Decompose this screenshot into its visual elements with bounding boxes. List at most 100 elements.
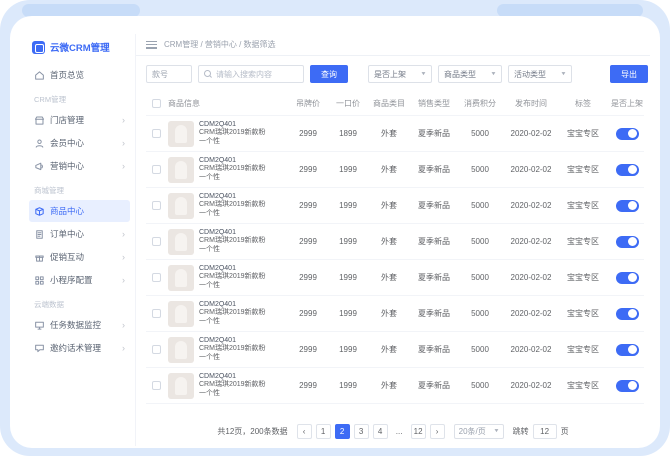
pager-page-12[interactable]: 12: [411, 424, 426, 439]
row-checkbox[interactable]: [152, 201, 161, 210]
activity-type-select[interactable]: 活动类型 ▼: [508, 65, 572, 83]
tag-price: 2999: [288, 273, 328, 282]
column-header: 标签: [560, 98, 606, 109]
window-frame: 云微CRM管理 首页总览CRM管理门店管理›会员中心›营销中心›商城管理商品中心…: [10, 16, 660, 448]
sidebar-item-label: 邀约话术管理: [50, 342, 101, 354]
on-shelf-toggle[interactable]: [616, 344, 639, 356]
sidebar-item-label: 促销互动: [50, 251, 84, 263]
table-row: CDM2Q401 CRM瑞琪2019新款粉 一个性 2999 1999 外套 夏…: [146, 152, 644, 188]
on-shelf-toggle[interactable]: [616, 164, 639, 176]
sidebar-item-label: 首页总览: [50, 69, 84, 81]
query-button[interactable]: 查询: [310, 65, 348, 83]
fixed-price: 1999: [328, 309, 368, 318]
sidebar-item[interactable]: 首页总览: [29, 64, 130, 86]
table-row: CDM2Q401 CRM瑞琪2019新款粉 一个性 2999 1999 外套 夏…: [146, 260, 644, 296]
app-logo[interactable]: 云微CRM管理: [24, 36, 135, 63]
product-code: CDM2Q401: [199, 337, 266, 346]
row-checkbox[interactable]: [152, 309, 161, 318]
row-checkbox[interactable]: [152, 165, 161, 174]
points: 5000: [458, 237, 502, 246]
column-header: 发布时间: [502, 98, 560, 109]
product-image: [168, 301, 194, 327]
product-image: [168, 337, 194, 363]
pager-next[interactable]: ›: [430, 424, 445, 439]
caret-down-icon: ▼: [493, 428, 499, 434]
product-name: CRM瑞琪2019新款粉: [199, 273, 266, 282]
on-shelf-toggle[interactable]: [616, 308, 639, 320]
on-shelf-toggle[interactable]: [616, 380, 639, 392]
fixed-price: 1999: [328, 165, 368, 174]
product-info-cell: CDM2Q401 CRM瑞琪2019新款粉 一个性: [166, 193, 288, 219]
search-input[interactable]: [216, 70, 298, 79]
product-name-line2: 一个性: [199, 318, 266, 327]
pager-page-3[interactable]: 3: [354, 424, 369, 439]
category: 外套: [368, 200, 410, 211]
sidebar-group-label: CRM管理: [24, 87, 135, 108]
export-button[interactable]: 导出: [610, 65, 648, 83]
row-checkbox[interactable]: [152, 129, 161, 138]
column-header: 是否上架: [606, 98, 648, 109]
pager-prev[interactable]: ‹: [297, 424, 312, 439]
pager-page-4[interactable]: 4: [373, 424, 388, 439]
product-label: 宝宝专区: [560, 308, 606, 319]
row-checkbox[interactable]: [152, 345, 161, 354]
tag-price: 2999: [288, 129, 328, 138]
sale-type: 夏季新品: [410, 272, 458, 283]
product-name: CRM瑞琪2019新款粉: [199, 201, 266, 210]
table-row: CDM2Q401 CRM瑞琪2019新款粉 一个性 2999 1999 外套 夏…: [146, 332, 644, 368]
on-shelf-toggle[interactable]: [616, 236, 639, 248]
sidebar-item-label: 小程序配置: [50, 274, 93, 286]
pager-page-1[interactable]: 1: [316, 424, 331, 439]
sidebar-item[interactable]: 促销互动›: [29, 246, 130, 268]
caret-down-icon: ▼: [420, 71, 426, 77]
sale-type: 夏季新品: [410, 128, 458, 139]
on-shelf-select[interactable]: 是否上架 ▼: [368, 65, 432, 83]
row-checkbox[interactable]: [152, 273, 161, 282]
product-type-select[interactable]: 商品类型 ▼: [438, 65, 502, 83]
publish-time: 2020-02-02: [502, 165, 560, 174]
row-checkbox[interactable]: [152, 381, 161, 390]
pager-page-2[interactable]: 2: [335, 424, 350, 439]
on-shelf-toggle[interactable]: [616, 200, 639, 212]
jump-page-input[interactable]: [533, 424, 557, 439]
select-all-checkbox[interactable]: [152, 99, 161, 108]
member-icon: [34, 138, 45, 149]
sidebar-menu: 首页总览CRM管理门店管理›会员中心›营销中心›商城管理商品中心订单中心›促销互…: [24, 64, 135, 359]
product-image: [168, 265, 194, 291]
sale-type: 夏季新品: [410, 308, 458, 319]
sidebar-item[interactable]: 会员中心›: [29, 132, 130, 154]
menu-collapse-icon[interactable]: [146, 41, 157, 49]
sidebar-item[interactable]: 订单中心›: [29, 223, 130, 245]
points: 5000: [458, 381, 502, 390]
topbar: CRM管理 / 营销中心 / 数据筛选: [136, 34, 650, 56]
product-name-line2: 一个性: [199, 246, 266, 255]
style-no-field[interactable]: 款号: [146, 65, 192, 83]
publish-time: 2020-02-02: [502, 201, 560, 210]
product-label: 宝宝专区: [560, 344, 606, 355]
sidebar-item[interactable]: 任务数据监控›: [29, 314, 130, 336]
points: 5000: [458, 201, 502, 210]
product-name: CRM瑞琪2019新款粉: [199, 237, 266, 246]
sidebar-item[interactable]: 门店管理›: [29, 109, 130, 131]
on-shelf-toggle[interactable]: [616, 128, 639, 140]
sale-type: 夏季新品: [410, 200, 458, 211]
sidebar-item[interactable]: 商品中心: [29, 200, 130, 222]
store-icon: [34, 115, 45, 126]
fixed-price: 1899: [328, 129, 368, 138]
row-checkbox[interactable]: [152, 237, 161, 246]
product-info-cell: CDM2Q401 CRM瑞琪2019新款粉 一个性: [166, 301, 288, 327]
sidebar-item[interactable]: 邀约话术管理›: [29, 337, 130, 359]
fixed-price: 1999: [328, 237, 368, 246]
product-name-line2: 一个性: [199, 210, 266, 219]
sidebar-item-label: 会员中心: [50, 137, 84, 149]
crm-app: 云微CRM管理 首页总览CRM管理门店管理›会员中心›营销中心›商城管理商品中心…: [24, 34, 650, 446]
sidebar-item[interactable]: 小程序配置›: [29, 269, 130, 291]
product-info-cell: CDM2Q401 CRM瑞琪2019新款粉 一个性: [166, 337, 288, 363]
sidebar-item-label: 任务数据监控: [50, 319, 101, 331]
on-shelf-toggle[interactable]: [616, 272, 639, 284]
category: 外套: [368, 380, 410, 391]
table-body: CDM2Q401 CRM瑞琪2019新款粉 一个性 2999 1899 外套 夏…: [146, 116, 644, 404]
category: 外套: [368, 164, 410, 175]
page-size-select[interactable]: 20条/页 ▼: [454, 424, 504, 439]
sidebar-item[interactable]: 营销中心›: [29, 155, 130, 177]
